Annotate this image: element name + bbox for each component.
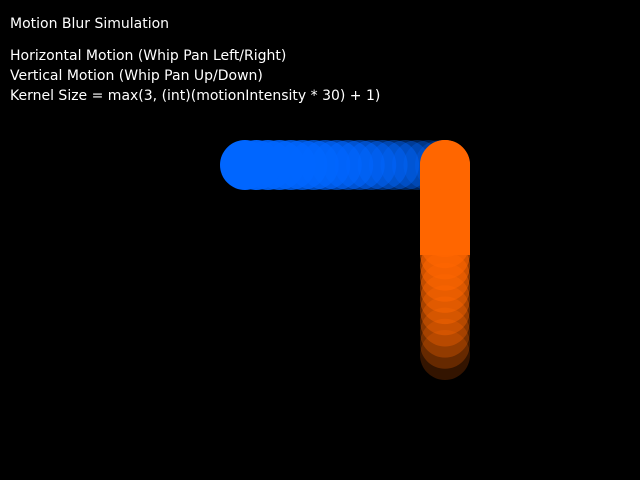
vertical-blur-shape <box>420 140 470 380</box>
vertical-blur-head <box>420 140 470 190</box>
render-canvas: Motion Blur Simulation Horizontal Motion… <box>0 0 640 480</box>
motion-blur-scene <box>220 140 470 380</box>
horizontal-blur-sample <box>220 140 270 190</box>
